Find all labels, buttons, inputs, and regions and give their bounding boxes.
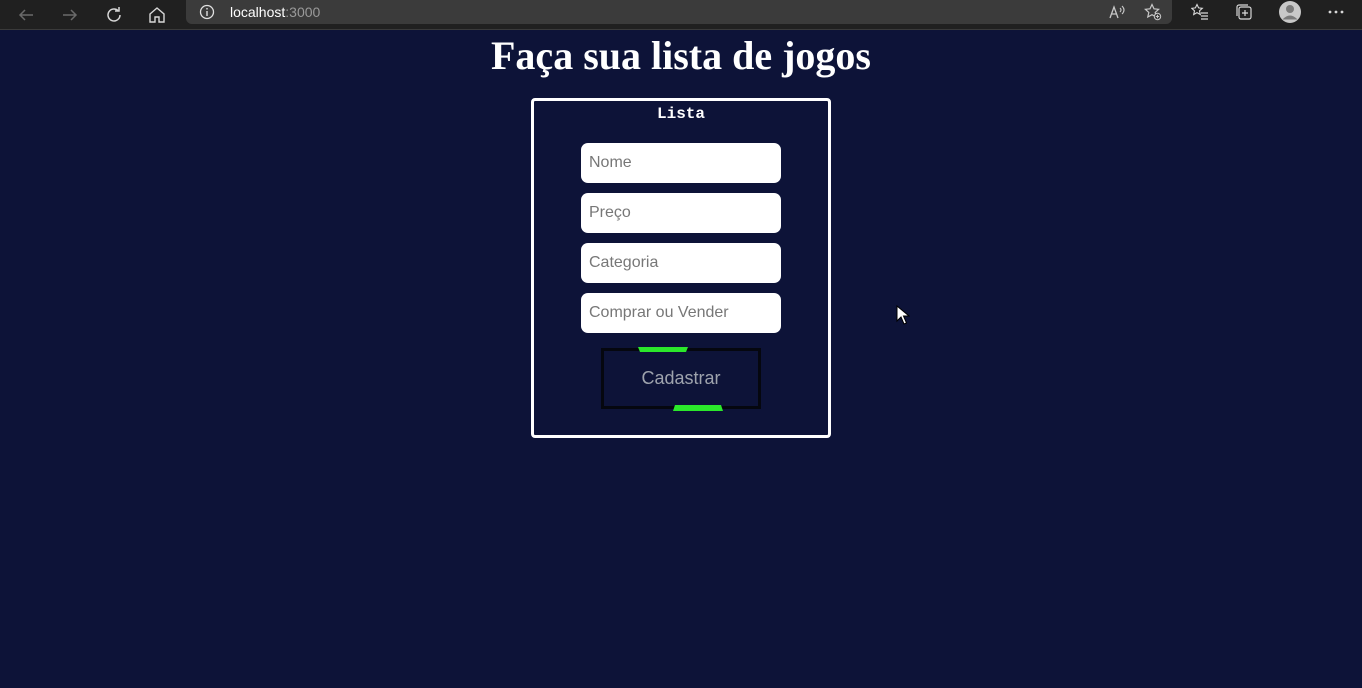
page-title: Faça sua lista de jogos: [491, 33, 871, 78]
nome-input[interactable]: [581, 143, 781, 183]
refresh-button[interactable]: [99, 0, 129, 30]
add-favorite-button[interactable]: [1138, 0, 1168, 24]
favorites-icon: [1191, 3, 1208, 20]
comprar-vender-input[interactable]: [581, 293, 781, 333]
arrow-left-icon: [18, 9, 33, 21]
url-port: :3000: [285, 4, 321, 20]
mouse-cursor-icon: [896, 305, 910, 325]
home-button[interactable]: [142, 0, 172, 30]
more-icon: [1328, 10, 1344, 14]
button-glow-top: [638, 347, 688, 352]
button-glow-bottom: [673, 405, 723, 411]
profile-icon: [1279, 1, 1301, 23]
refresh-icon: [107, 7, 121, 22]
add-favorite-icon: [1144, 3, 1162, 21]
read-aloud-button[interactable]: [1102, 0, 1132, 24]
url-text: localhost:3000: [230, 4, 320, 20]
browser-toolbar: localhost:3000: [0, 0, 1362, 30]
arrow-right-icon: [63, 9, 78, 21]
categoria-input[interactable]: [581, 243, 781, 283]
game-list-form: Lista Cadastrar: [531, 98, 831, 438]
url-host: localhost: [230, 4, 286, 20]
profile-button[interactable]: [1274, 0, 1306, 24]
form-legend: Lista: [656, 105, 705, 123]
preco-input[interactable]: [581, 193, 781, 233]
home-icon: [149, 7, 165, 23]
collections-button[interactable]: [1228, 0, 1260, 24]
back-button[interactable]: [11, 0, 41, 30]
read-aloud-icon: [1109, 5, 1125, 19]
more-button[interactable]: [1320, 0, 1352, 24]
address-bar[interactable]: localhost:3000: [186, 0, 1172, 24]
collections-icon: [1236, 4, 1252, 20]
cadastrar-button[interactable]: Cadastrar: [601, 348, 761, 409]
info-icon[interactable]: [198, 3, 216, 21]
favorites-button[interactable]: [1184, 0, 1216, 24]
forward-button[interactable]: [55, 0, 85, 30]
